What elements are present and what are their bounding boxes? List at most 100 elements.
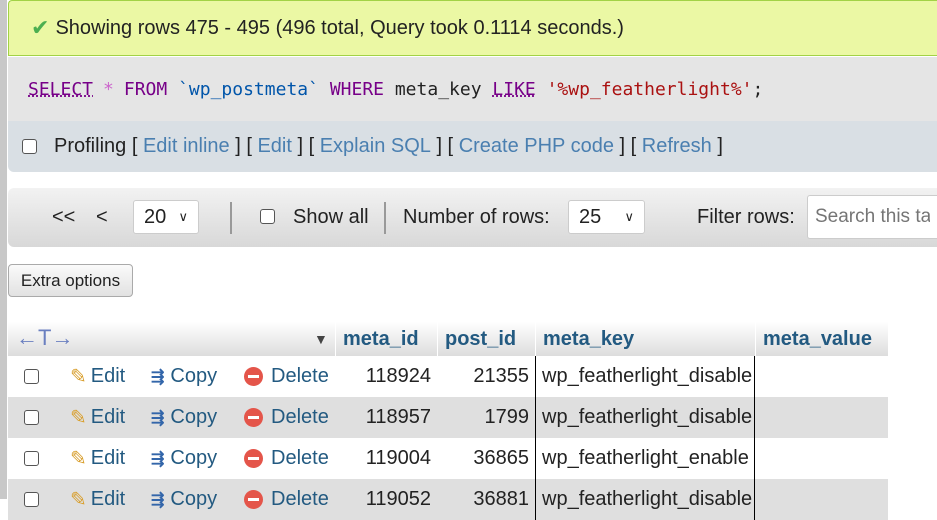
cell-meta-value[interactable] — [755, 397, 888, 438]
rows-select[interactable]: 25 ∨ — [568, 200, 645, 234]
table-header: ←T→ ▼ meta_id post_id meta_key meta_valu… — [8, 322, 888, 356]
chevron-down-icon: ∨ — [624, 209, 634, 225]
cell-meta-key[interactable]: wp_featherlight_disable — [535, 479, 755, 520]
edit-link[interactable]: Edit — [257, 135, 291, 158]
table-row: ✎Edit ⇶Copy Delete 118957 1799 wp_feathe… — [8, 397, 888, 438]
show-all-checkbox[interactable] — [260, 209, 275, 224]
edit-label: Edit — [91, 488, 125, 511]
prev-page-button[interactable]: < — [96, 206, 108, 229]
column-resize-arrows-icon[interactable]: ←T→ — [16, 325, 73, 351]
cell-meta-key[interactable]: wp_featherlight_disable — [535, 356, 755, 397]
delete-label: Delete — [271, 406, 329, 429]
row-checkbox[interactable] — [24, 451, 39, 466]
cell-meta-id[interactable]: 119004 — [335, 438, 431, 479]
delete-label: Delete — [271, 447, 329, 470]
edit-label: Edit — [91, 406, 125, 429]
column-meta-key[interactable]: meta_key — [535, 322, 755, 356]
sql-query: SELECT * FROM `wp_postmeta` WHERE meta_k… — [8, 57, 937, 121]
delete-label: Delete — [271, 365, 329, 388]
row-checkbox[interactable] — [24, 492, 39, 507]
cell-post-id[interactable]: 1799 — [437, 397, 529, 438]
sql-table: `wp_postmeta` — [178, 79, 319, 100]
delete-icon — [244, 408, 263, 427]
cell-meta-id[interactable]: 118957 — [335, 397, 431, 438]
delete-button[interactable]: Delete — [244, 397, 329, 438]
copy-button[interactable]: ⇶Copy — [151, 438, 217, 479]
pencil-icon: ✎ — [70, 405, 87, 430]
delete-label: Delete — [271, 488, 329, 511]
rows-label: Number of rows: — [403, 206, 550, 229]
copy-button[interactable]: ⇶ Copy — [151, 479, 217, 520]
first-page-button[interactable]: << — [52, 206, 75, 229]
delete-button[interactable]: Delete — [244, 438, 329, 479]
sort-dropdown-icon[interactable]: ▼ — [314, 331, 328, 347]
divider — [230, 202, 232, 234]
edit-button[interactable]: ✎Edit — [70, 397, 125, 438]
checkmark-icon: ✔ — [31, 15, 49, 41]
copy-label: Copy — [170, 406, 217, 429]
cell-post-id[interactable]: 36865 — [437, 438, 529, 479]
profiling-bar: Profiling [ Edit inline ] [ Edit ] [ Exp… — [8, 121, 937, 172]
success-message: ✔ Showing rows 475 - 495 (496 total, Que… — [8, 0, 937, 56]
column-post-id[interactable]: post_id — [437, 322, 535, 356]
column-meta-id[interactable]: meta_id — [335, 322, 437, 356]
copy-label: Copy — [170, 365, 217, 388]
cell-meta-key[interactable]: wp_featherlight_disable — [535, 397, 755, 438]
sql-from: FROM — [124, 79, 167, 100]
table-row: ✎Edit ⇶Copy Delete 119004 36865 wp_feath… — [8, 438, 888, 479]
delete-button[interactable]: Delete — [244, 479, 329, 520]
cell-meta-value[interactable] — [755, 479, 888, 520]
pencil-icon: ✎ — [70, 446, 87, 471]
copy-icon: ⇶ — [151, 490, 164, 510]
cell-meta-value[interactable] — [755, 438, 888, 479]
explain-sql-link[interactable]: Explain SQL — [320, 135, 431, 158]
copy-button[interactable]: ⇶ Copy — [151, 356, 217, 397]
rows-value: 25 — [579, 206, 601, 229]
copy-icon: ⇶ — [151, 449, 164, 469]
copy-button[interactable]: ⇶Copy — [151, 397, 217, 438]
table-row: ✎Edit ⇶ Copy Delete 118924 21355 wp_feath… — [8, 356, 888, 397]
cell-post-id[interactable]: 36881 — [437, 479, 529, 520]
edit-button[interactable]: ✎Edit — [70, 438, 125, 479]
sql-end: ; — [753, 79, 764, 100]
page-select[interactable]: 20∨ — [133, 200, 199, 234]
edit-label: Edit — [91, 447, 125, 470]
edit-button[interactable]: ✎Edit — [70, 356, 125, 397]
sql-like[interactable]: LIKE — [492, 79, 535, 100]
message-text: Showing rows 475 - 495 (496 total, Query… — [55, 17, 623, 40]
refresh-link[interactable]: Refresh — [642, 135, 712, 158]
edit-inline-link[interactable]: Edit inline — [143, 135, 230, 158]
table-row: ✎Edit ⇶ Copy Delete 119052 36881 wp_feath… — [8, 479, 888, 520]
row-checkbox[interactable] — [24, 410, 39, 425]
filter-input[interactable] — [807, 195, 937, 239]
edit-button[interactable]: ✎Edit — [70, 479, 125, 520]
page-value: 20 — [144, 206, 166, 229]
extra-options-button[interactable]: Extra options — [8, 264, 133, 297]
navigation-bar: << < 20∨ Show all Number of rows: 25∨ Fi… — [8, 188, 937, 247]
delete-icon — [244, 367, 263, 386]
column-meta-value[interactable]: meta_value — [755, 322, 888, 356]
cell-post-id[interactable]: 21355 — [437, 356, 529, 397]
row-checkbox[interactable] — [24, 369, 39, 384]
copy-icon: ⇶ — [151, 367, 164, 387]
cell-meta-key[interactable]: wp_featherlight_enable — [535, 438, 755, 479]
delete-button[interactable]: Delete — [244, 356, 329, 397]
delete-icon — [244, 449, 263, 468]
pencil-icon: ✎ — [70, 487, 87, 512]
edit-label: Edit — [91, 365, 125, 388]
cell-meta-id[interactable]: 119052 — [335, 479, 431, 520]
cell-meta-value[interactable] — [755, 356, 888, 397]
sql-select[interactable]: SELECT — [28, 79, 93, 100]
pencil-icon: ✎ — [70, 364, 87, 389]
show-all-label: Show all — [293, 206, 369, 229]
page-border — [0, 0, 7, 499]
create-php-link[interactable]: Create PHP code — [459, 135, 614, 158]
copy-label: Copy — [170, 488, 217, 511]
cell-meta-id[interactable]: 118924 — [335, 356, 431, 397]
divider — [384, 202, 386, 234]
sql-value: '%wp_featherlight%' — [547, 79, 753, 100]
sql-where: WHERE — [330, 79, 384, 100]
sql-star: * — [103, 79, 114, 100]
profiling-checkbox[interactable] — [22, 139, 37, 154]
sql-column: meta_key — [395, 79, 482, 100]
